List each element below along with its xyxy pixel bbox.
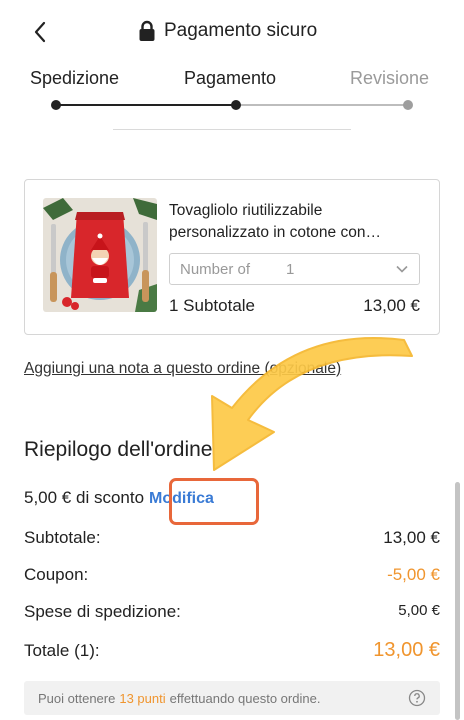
step-payment: Pagamento [184, 68, 277, 88]
lock-icon [139, 20, 155, 41]
step-review: Revisione [350, 68, 430, 88]
subtotal-value: 13,00 € [383, 528, 440, 547]
page-title-text: Pagamento sicuro [164, 20, 318, 41]
chevron-down-icon [396, 265, 408, 273]
header: Pagamento sicuro [0, 0, 464, 64]
step-shipping: Spedizione [30, 68, 120, 88]
points-prefix: Puoi ottenere [38, 690, 116, 706]
summary-row-shipping: Spese di spedizione: 5,00 € [24, 602, 440, 622]
summary-row-total: Totale (1): 13,00 € [24, 639, 440, 662]
divider [113, 129, 351, 130]
step-dot-shipping [51, 100, 61, 110]
help-icon[interactable] [408, 689, 426, 707]
summary-row-subtotal: Subtotale: 13,00 € [24, 528, 440, 548]
points-amount: 13 punti [119, 690, 166, 706]
summary-title: Riepilogo dell'ordine [24, 438, 213, 461]
back-button[interactable] [26, 18, 54, 46]
highlight-box [169, 478, 259, 525]
product-name[interactable]: Tovagliolo riutilizzabile personalizzato… [169, 200, 419, 244]
shipping-value: 5,00 € [398, 602, 440, 619]
product-image[interactable] [43, 198, 157, 312]
points-suffix: effettuando questo ordine. [169, 690, 321, 706]
coupon-value: -5,00 € [387, 565, 440, 584]
total-label: Totale (1): [24, 640, 100, 660]
progress-line-todo [236, 104, 408, 106]
total-value: 13,00 € [373, 639, 440, 661]
points-info: Puoi ottenere 13 punti effettuando quest… [24, 681, 440, 715]
item-subtotal-label: 1 Subtotale [169, 296, 256, 315]
progress-line-done [56, 104, 236, 106]
item-subtotal-value: 13,00 € [363, 296, 420, 315]
add-note-link[interactable]: Aggiungi una nota a questo ordine (opzio… [24, 360, 341, 378]
checkout-steps: Spedizione Pagamento Revisione [0, 66, 464, 126]
summary-row-coupon: Coupon: -5,00 € [24, 565, 440, 585]
scrollbar[interactable] [455, 482, 460, 720]
quantity-placeholder: Number of [180, 260, 251, 278]
cart-item-card: Tovagliolo riutilizzabile personalizzato… [24, 179, 440, 335]
coupon-label: Coupon: [24, 565, 89, 584]
step-dot-payment [231, 100, 241, 110]
shipping-label: Spese di spedizione: [24, 602, 181, 621]
quantity-value: 1 [286, 260, 295, 278]
page-title: Pagamento sicuro [138, 20, 317, 42]
chevron-left-icon [34, 21, 46, 43]
discount-text: 5,00 € di sconto [24, 488, 145, 507]
quantity-select[interactable]: Number of 1 [169, 253, 420, 285]
step-dot-review [403, 100, 413, 110]
subtotal-label: Subtotale: [24, 528, 101, 547]
item-subtotal-row: 1 Subtotale 13,00 € [169, 296, 420, 316]
